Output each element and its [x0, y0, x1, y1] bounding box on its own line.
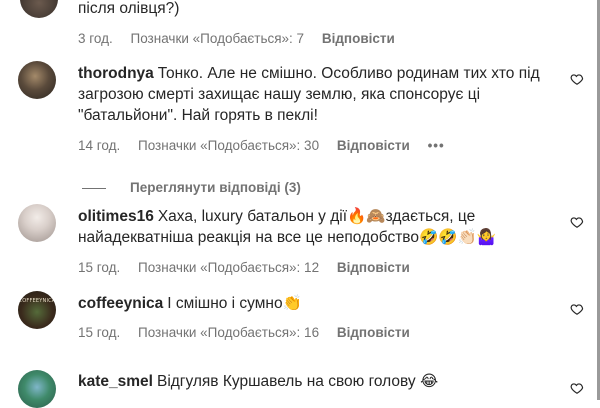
comment-text: olitimes16 Хаха, luxury батальон у дії🔥🙈з… — [78, 206, 563, 248]
comment-text: kate_smel Відгуляв Куршавель на свою голо… — [78, 371, 563, 392]
avatar-logo-text: COFFEEYNICA — [18, 298, 56, 304]
heart-icon[interactable] — [570, 302, 584, 316]
avatar[interactable] — [18, 204, 56, 242]
avatar[interactable] — [18, 61, 56, 99]
avatar[interactable] — [18, 370, 56, 408]
comment-text: після олівця?) — [78, 0, 180, 17]
view-replies-button[interactable]: Переглянути відповіді (3) — [82, 180, 301, 195]
reply-button[interactable]: Відповісти — [337, 325, 410, 340]
username[interactable]: coffeeynica — [78, 295, 163, 312]
comment-meta: 3 год. Позначки «Подобається»: 7 Відпові… — [78, 31, 409, 46]
comment-time[interactable]: 3 год. — [78, 31, 113, 46]
reply-button[interactable]: Відповісти — [337, 138, 410, 153]
heart-icon[interactable] — [570, 381, 584, 395]
username[interactable]: thorodnya — [78, 65, 154, 82]
more-icon[interactable]: ••• — [428, 138, 445, 153]
comment-body: І смішно і сумно👏 — [167, 295, 302, 312]
comment-meta: 15 год. Позначки «Подобається»: 12 Відпо… — [78, 260, 424, 275]
view-replies-label: Переглянути відповіді (3) — [130, 180, 301, 195]
comment-time[interactable]: 14 год. — [78, 138, 120, 153]
username[interactable]: olitimes16 — [78, 208, 154, 225]
avatar[interactable]: COFFEEYNICA — [18, 291, 56, 329]
comment-body: Відгуляв Куршавель на свою голову 😂 — [156, 373, 439, 390]
likes-count[interactable]: Позначки «Подобається»: 30 — [138, 138, 319, 153]
comment-time[interactable]: 15 год. — [78, 260, 120, 275]
likes-count[interactable]: Позначки «Подобається»: 7 — [131, 31, 305, 46]
avatar[interactable] — [20, 0, 58, 18]
username[interactable]: kate_smel — [78, 373, 153, 390]
likes-count[interactable]: Позначки «Подобається»: 12 — [138, 260, 319, 275]
heart-icon[interactable] — [570, 215, 584, 229]
divider — [82, 187, 106, 189]
comment-time[interactable]: 15 год. — [78, 325, 120, 340]
comment-text: coffeeynica І смішно і сумно👏 — [78, 293, 563, 314]
likes-count[interactable]: Позначки «Подобається»: 16 — [138, 325, 319, 340]
heart-icon[interactable] — [570, 72, 584, 86]
comment-text: thorodnya Тонко. Але не смішно. Особливо … — [78, 63, 563, 126]
reply-button[interactable]: Відповісти — [337, 260, 410, 275]
comment-meta: 14 год. Позначки «Подобається»: 30 Відпо… — [78, 138, 459, 153]
comment-meta: 15 год. Позначки «Подобається»: 16 Відпо… — [78, 325, 424, 340]
reply-button[interactable]: Відповісти — [322, 31, 395, 46]
